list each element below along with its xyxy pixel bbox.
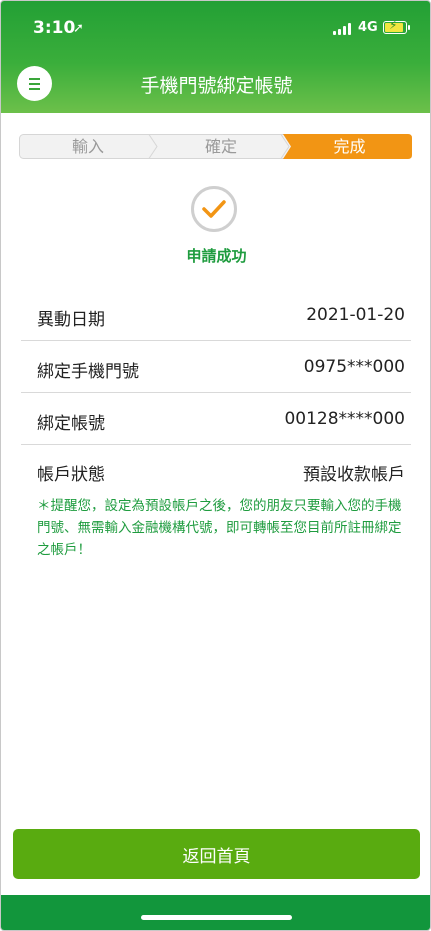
signal-icon — [333, 23, 353, 35]
step-complete: 完成 — [333, 137, 366, 156]
phone-screen: 3:10 ➚ 4G ⚡ 手機門號綁定帳號 輸入 確定 完成 申請成功 異動日期 … — [0, 0, 431, 931]
progress-stepper: 輸入 確定 完成 — [19, 134, 412, 159]
page-title: 手機門號綁定帳號 — [140, 75, 293, 97]
status-bar: 3:10 ➚ 4G ⚡ — [1, 1, 430, 55]
detail-label: 帳戶狀態 — [37, 465, 105, 485]
detail-value: 2021-01-20 — [306, 305, 405, 325]
location-arrow-icon: ➚ — [73, 21, 84, 36]
network-type: 4G — [358, 20, 378, 35]
detail-label: 異動日期 — [37, 310, 105, 330]
detail-row-status: 帳戶狀態 預設收款帳戶 — [21, 444, 411, 495]
step-input: 輸入 — [71, 137, 104, 156]
detail-value: 預設收款帳戶 — [303, 465, 405, 485]
detail-label: 綁定手機門號 — [37, 362, 139, 382]
detail-row-date: 異動日期 2021-01-20 — [21, 289, 411, 341]
detail-label: 綁定帳號 — [37, 414, 105, 434]
bottom-bar — [1, 895, 430, 930]
home-indicator[interactable] — [141, 915, 292, 920]
app-header: 3:10 ➚ 4G ⚡ 手機門號綁定帳號 — [1, 1, 430, 113]
status-time: 3:10 — [33, 18, 76, 38]
reminder-note: ＊提醒您，設定為預設帳戶之後，您的朋友只要輸入您的手機門號、無需輸入金融機構代號… — [37, 498, 402, 558]
detail-row-phone: 綁定手機門號 0975***000 — [21, 341, 411, 393]
detail-value: 00128****000 — [284, 409, 405, 429]
charging-icon: ⚡ — [389, 18, 398, 32]
checkmark-icon — [191, 186, 237, 232]
detail-value: 0975***000 — [303, 357, 405, 377]
detail-row-account: 綁定帳號 00128****000 — [21, 393, 411, 445]
success-message: 申請成功 — [186, 247, 247, 265]
step-confirm: 確定 — [204, 137, 237, 156]
back-home-button[interactable]: 返回首頁 — [13, 829, 420, 879]
